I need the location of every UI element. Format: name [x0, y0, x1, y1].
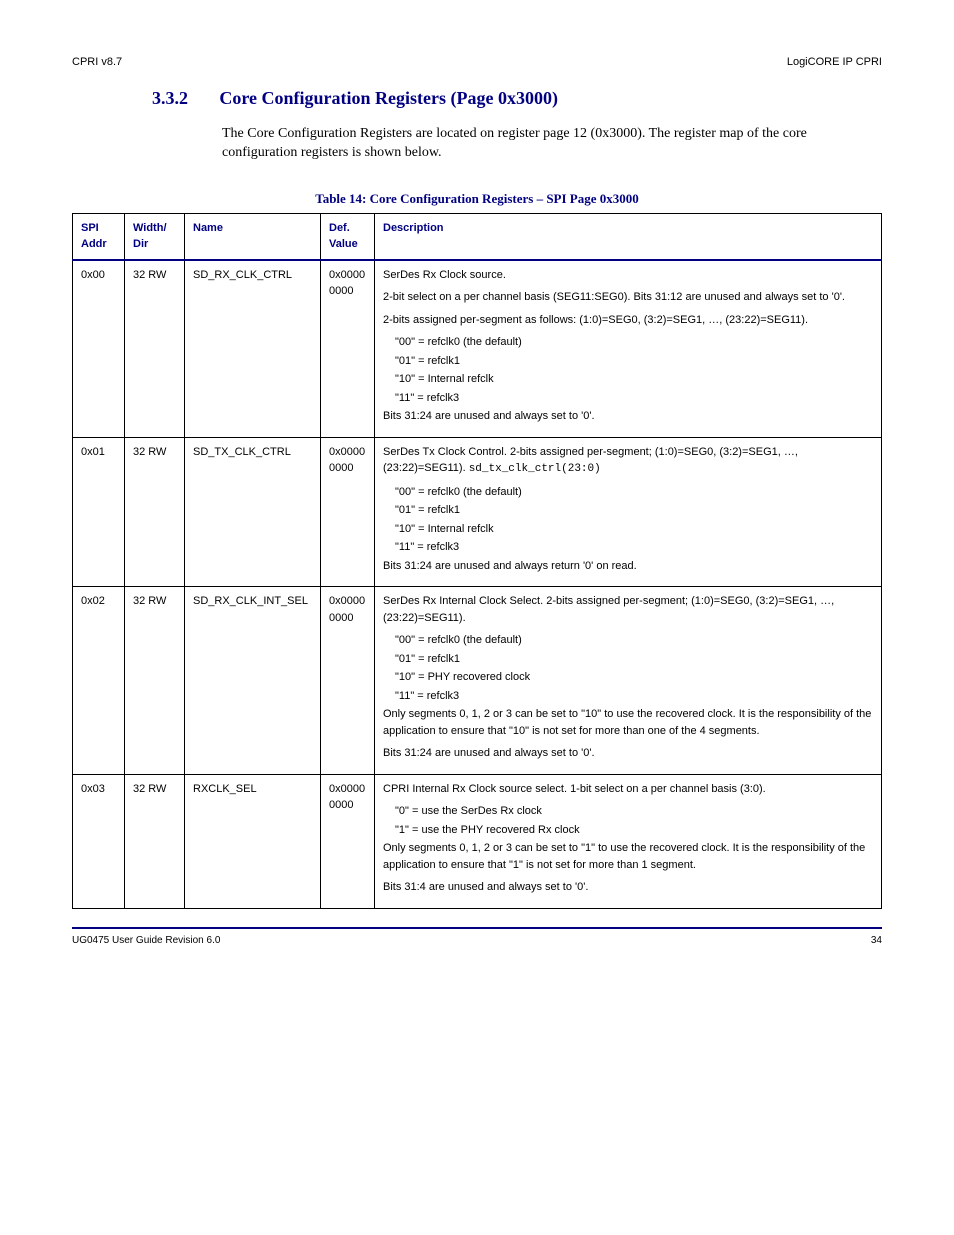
table-header-row: SPI Addr Width/ Dir Name Def. Value Desc…	[73, 213, 882, 260]
section-number: 3.3.2	[152, 88, 216, 109]
intro-paragraph: The Core Configuration Registers are loc…	[222, 125, 882, 163]
col-default: Def. Value	[321, 213, 375, 260]
section-heading: 3.3.2 Core Configuration Registers (Page…	[152, 88, 882, 109]
table-row: 0x0132 RWSD_TX_CLK_CTRL0x0000 0000SerDes…	[73, 437, 882, 587]
doc-footer: UG0475 User Guide Revision 6.0 34	[72, 935, 882, 946]
doc-header: CPRI v8.7 LogiCORE IP CPRI	[72, 56, 882, 68]
table-row: 0x0032 RWSD_RX_CLK_CTRL0x0000 0000SerDes…	[73, 260, 882, 438]
col-name: Name	[185, 213, 321, 260]
col-description: Description	[375, 213, 882, 260]
header-right: LogiCORE IP CPRI	[787, 56, 882, 68]
header-left: CPRI v8.7	[72, 56, 122, 68]
table-caption: Table 14: Core Configuration Registers –…	[72, 191, 882, 207]
section-title: Core Configuration Registers (Page 0x300…	[219, 88, 558, 108]
footer-rule	[72, 927, 882, 929]
col-addr: SPI Addr	[73, 213, 125, 260]
table-row: 0x0232 RWSD_RX_CLK_INT_SEL0x0000 0000Ser…	[73, 587, 882, 775]
col-width-dir: Width/ Dir	[125, 213, 185, 260]
footer-left: UG0475 User Guide Revision 6.0	[72, 935, 220, 946]
footer-right: 34	[871, 935, 882, 946]
table-row: 0x0332 RWRXCLK_SEL0x0000 0000CPRI Intern…	[73, 774, 882, 908]
register-table: SPI Addr Width/ Dir Name Def. Value Desc…	[72, 213, 882, 909]
